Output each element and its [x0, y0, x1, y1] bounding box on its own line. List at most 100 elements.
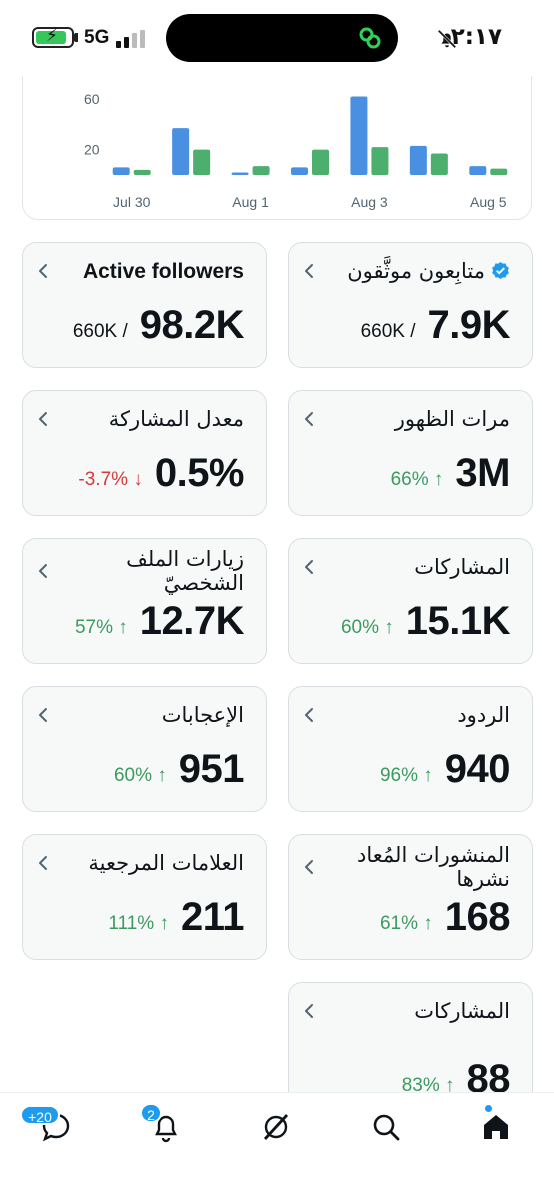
y-tick-label: 60 [84, 91, 100, 107]
chevron-left-icon [305, 560, 313, 574]
stat-card-reposts[interactable]: المنشورات المُعاد نشرها 168 61% ↑ [288, 834, 533, 960]
bar-green-2 [252, 166, 270, 175]
notifications-badge: 2 [140, 1103, 162, 1123]
bar-green-0 [133, 169, 151, 175]
stat-card-value: 951 [178, 747, 245, 791]
stat-card-change: 57% ↑ [74, 617, 128, 638]
stat-card-title: زيارات الملف الشخصيّ [54, 547, 244, 595]
stat-card-replies[interactable]: الردود 940 96% ↑ [288, 686, 533, 812]
bottom-navigation: +20 2 [0, 1092, 554, 1200]
stat-card-verified-followers[interactable]: متابِعون موثَّقون 7.9K 660K / [288, 242, 533, 368]
stat-card-change: 660K / [360, 321, 416, 342]
bar-green-3 [312, 149, 329, 175]
stat-card-title-text: Active followers [82, 260, 244, 283]
chevron-left-icon [305, 860, 313, 874]
stat-card-change: 66% ↑ [390, 469, 444, 490]
dynamic-island [166, 14, 398, 62]
clock: ٢:١٧ [450, 24, 502, 50]
verified-badge-icon [492, 261, 509, 280]
stat-card-change: 60% ↑ [113, 765, 167, 786]
bar-blue-4 [350, 96, 368, 175]
link-app-icon [359, 27, 381, 49]
stat-card-change: -3.7% ↓ [78, 469, 143, 490]
stat-card-title: معدل المشاركة [109, 407, 244, 431]
nav-messages[interactable]: +20 [20, 1105, 76, 1147]
stat-card-likes[interactable]: الإعجابات 951 60% ↑ [22, 686, 267, 812]
stat-card-engagements[interactable]: المشاركات 15.1K 60% ↑ [288, 538, 533, 664]
stat-card-value: 12.7K [139, 599, 245, 643]
stat-card-title: مرات الظهور [395, 407, 510, 431]
stat-card-title: الإعجابات [162, 703, 244, 727]
search-icon [373, 1114, 400, 1141]
stat-card-title-text: معدل المشاركة [108, 407, 244, 431]
signal-strength-icon [116, 30, 150, 48]
grok-icon [263, 1114, 289, 1140]
bar-blue-0 [112, 167, 130, 175]
nav-grok[interactable] [256, 1107, 296, 1147]
stat-card-active-followers[interactable]: Active followers 98.2K 660K / [22, 242, 267, 368]
stat-card-title-text: المشاركات [414, 555, 510, 579]
x-tick-label: Jul 30 [113, 194, 151, 210]
stat-card-title: متابِعون موثَّقون [347, 259, 510, 283]
stat-card-title-text: متابِعون موثَّقون [347, 259, 485, 283]
bar-blue-1 [172, 128, 190, 175]
stat-card-title: المشاركات [414, 555, 510, 579]
stat-card-title: Active followers [83, 260, 244, 284]
stat-card-title: الردود [457, 703, 510, 727]
nav-home[interactable] [476, 1105, 516, 1147]
stat-card-value: 0.5% [154, 451, 245, 495]
stat-card-bookmarks[interactable]: العلامات المرجعية 211 111% ↑ [22, 834, 267, 960]
x-tick-label: Aug 1 [232, 194, 269, 210]
bar-green-1 [193, 149, 211, 175]
charging-bolt-icon: ⚡ [46, 26, 58, 46]
bar-green-6 [490, 168, 508, 175]
stat-card-title: المشاركات [414, 999, 510, 1023]
chevron-left-icon [305, 708, 313, 722]
chevron-left-icon [39, 264, 47, 278]
y-tick-label: 20 [84, 142, 100, 158]
stat-card-title: العلامات المرجعية [88, 851, 244, 875]
stat-card-change: 61% ↑ [379, 913, 433, 934]
stat-card-change: 96% ↑ [379, 765, 433, 786]
stat-card-change: 660K / [72, 321, 128, 342]
bar-blue-2 [231, 172, 249, 175]
stat-card-value: 168 [444, 895, 511, 939]
stat-card-value: 3M [455, 451, 510, 495]
chevron-left-icon [39, 564, 47, 578]
stat-card-engagement-rate[interactable]: معدل المشاركة 0.5% -3.7% ↓ [22, 390, 267, 516]
chevron-left-icon [305, 412, 313, 426]
bar-green-4 [371, 147, 389, 175]
stat-card-title-text: العلامات المرجعية [88, 851, 244, 875]
bar-blue-5 [409, 145, 427, 175]
stat-card-impressions[interactable]: مرات الظهور 3M 66% ↑ [288, 390, 533, 516]
stat-card-change: 111% ↑ [108, 913, 169, 934]
network-type: 5G [84, 27, 110, 48]
stat-card-title: المنشورات المُعاد نشرها [320, 843, 510, 891]
chevron-left-icon [305, 1004, 313, 1018]
nav-search[interactable] [366, 1107, 406, 1147]
stat-card-title-text: المنشورات المُعاد نشرها [357, 843, 510, 891]
nav-notifications[interactable]: 2 [140, 1103, 186, 1147]
bar-blue-6 [469, 166, 487, 175]
stat-card-value: 940 [444, 747, 511, 791]
analytics-screen: ⚡ 5G ٢:١٧ 60 20 Jul 30 Aug 1 Aug 3 Aug 5 متاب… [0, 0, 554, 1200]
chevron-left-icon [39, 856, 47, 870]
x-tick-label: Aug 5 [470, 194, 507, 210]
chevron-left-icon [39, 708, 47, 722]
stat-card-profile-visits[interactable]: زيارات الملف الشخصيّ 12.7K 57% ↑ [22, 538, 267, 664]
stat-card-title-text: مرات الظهور [394, 407, 510, 431]
stat-card-change: 60% ↑ [340, 617, 394, 638]
home-unread-dot [485, 1105, 492, 1112]
messages-badge: +20 [20, 1105, 60, 1125]
stat-card-value: 7.9K [427, 303, 511, 347]
bar-blue-3 [291, 167, 308, 175]
stat-card-value: 211 [180, 895, 245, 939]
bar-green-5 [430, 153, 448, 175]
stat-card-title-text: المشاركات [414, 999, 510, 1023]
stat-card-title-text: الردود [457, 703, 510, 727]
battery-tip [74, 33, 78, 42]
stat-card-value: 98.2K [139, 303, 245, 347]
stat-card-title-text: زيارات الملف الشخصيّ [126, 547, 244, 595]
chevron-left-icon [39, 412, 47, 426]
chevron-left-icon [305, 264, 313, 278]
